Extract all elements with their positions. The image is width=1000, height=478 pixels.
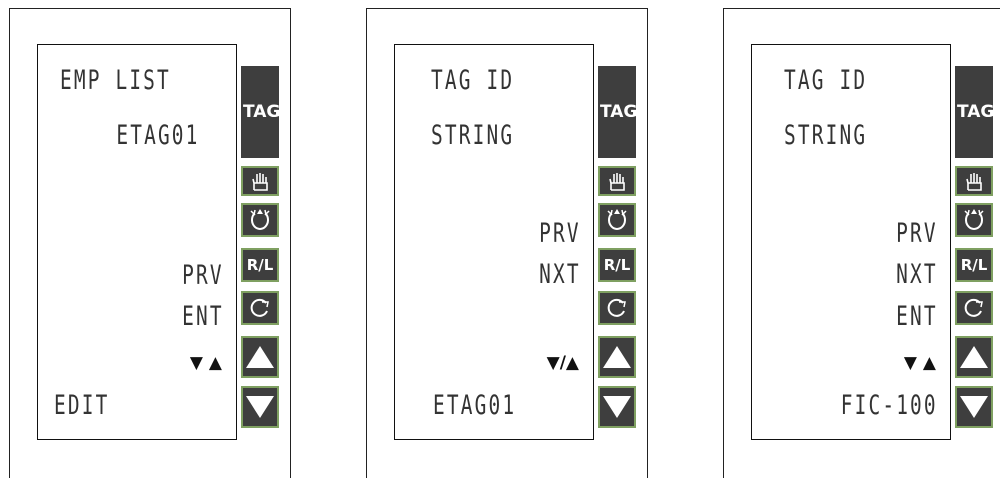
auto-mode-button[interactable] [241, 203, 279, 237]
lcd-screen-3: TAG ID STRING PRV NXT ENT ▼ ▲ FIC-100 [751, 44, 951, 440]
down-arrow-button[interactable] [241, 386, 279, 428]
tag-button[interactable]: TAG [241, 66, 279, 158]
rl-button[interactable]: R/L [598, 248, 636, 282]
lcd-line-2: ETAG01 [116, 120, 200, 151]
device-panel-2: TAG ID STRING PRV NXT ▼/▲ ETAG01 TAG R/L [366, 8, 648, 478]
triangle-up-icon [246, 346, 274, 368]
auto-mode-button[interactable] [598, 203, 636, 237]
up-arrow-button[interactable] [241, 336, 279, 378]
triangle-down-icon [603, 396, 631, 418]
cycle-button[interactable] [598, 291, 636, 325]
tag-button[interactable]: TAG [955, 66, 993, 158]
hand-icon [609, 173, 625, 191]
auto-cycle-icon [250, 209, 270, 230]
hand-icon [966, 173, 982, 191]
triangle-up-icon [960, 346, 988, 368]
lcd-line-2: STRING [784, 120, 868, 151]
down-arrow-button[interactable] [955, 386, 993, 428]
manual-hand-button[interactable] [598, 166, 636, 196]
lcd-line-1: TAG ID [431, 65, 515, 96]
lcd-prv-label: PRV [896, 218, 938, 249]
down-arrow-button[interactable] [598, 386, 636, 428]
manual-hand-button[interactable] [955, 166, 993, 196]
refresh-icon [250, 298, 269, 317]
tag-button-label: TAG [600, 102, 636, 122]
device-panel-3: TAG ID STRING PRV NXT ENT ▼ ▲ FIC-100 TA… [723, 8, 1000, 478]
manual-hand-button[interactable] [241, 166, 279, 196]
lcd-bottom-text: ETAG01 [433, 390, 517, 421]
lcd-screen-1: EMP LIST ETAG01 PRV ENT ▼ ▲ EDIT [37, 44, 237, 440]
up-arrow-button[interactable] [955, 336, 993, 378]
lcd-prv-label: PRV [182, 260, 224, 291]
triangle-down-icon [246, 396, 274, 418]
lcd-prv-label: PRV [539, 218, 581, 249]
auto-cycle-icon [607, 209, 627, 230]
triangle-down-icon [960, 396, 988, 418]
tag-button[interactable]: TAG [598, 66, 636, 158]
auto-cycle-icon [964, 209, 984, 230]
rl-button-label: R/L [960, 256, 988, 274]
lcd-bottom-text: EDIT [54, 390, 110, 421]
lcd-line-1: EMP LIST [60, 65, 171, 96]
cycle-button[interactable] [241, 291, 279, 325]
lcd-ent-label: ENT [896, 301, 938, 332]
lcd-arrows: ▼ ▲ [903, 353, 936, 373]
rl-button[interactable]: R/L [955, 248, 993, 282]
lcd-line-1: TAG ID [784, 65, 868, 96]
refresh-icon [607, 298, 626, 317]
rl-button[interactable]: R/L [241, 248, 279, 282]
auto-mode-button[interactable] [955, 203, 993, 237]
lcd-arrows: ▼ ▲ [189, 353, 222, 373]
refresh-icon [964, 298, 983, 317]
lcd-ent-label: ENT [182, 301, 224, 332]
lcd-nxt-label: NXT [539, 259, 581, 290]
lcd-bottom-text: FIC-100 [840, 390, 938, 421]
triangle-up-icon [603, 346, 631, 368]
tag-button-label: TAG [957, 102, 993, 122]
up-arrow-button[interactable] [598, 336, 636, 378]
rl-button-label: R/L [603, 256, 631, 274]
cycle-button[interactable] [955, 291, 993, 325]
lcd-screen-2: TAG ID STRING PRV NXT ▼/▲ ETAG01 [394, 44, 594, 440]
lcd-arrows: ▼/▲ [546, 353, 579, 373]
rl-button-label: R/L [246, 256, 274, 274]
lcd-line-2: STRING [431, 120, 515, 151]
hand-icon [252, 173, 268, 191]
tag-button-label: TAG [243, 102, 279, 122]
device-panel-1: EMP LIST ETAG01 PRV ENT ▼ ▲ EDIT TAG R/L [9, 8, 291, 478]
lcd-nxt-label: NXT [896, 259, 938, 290]
